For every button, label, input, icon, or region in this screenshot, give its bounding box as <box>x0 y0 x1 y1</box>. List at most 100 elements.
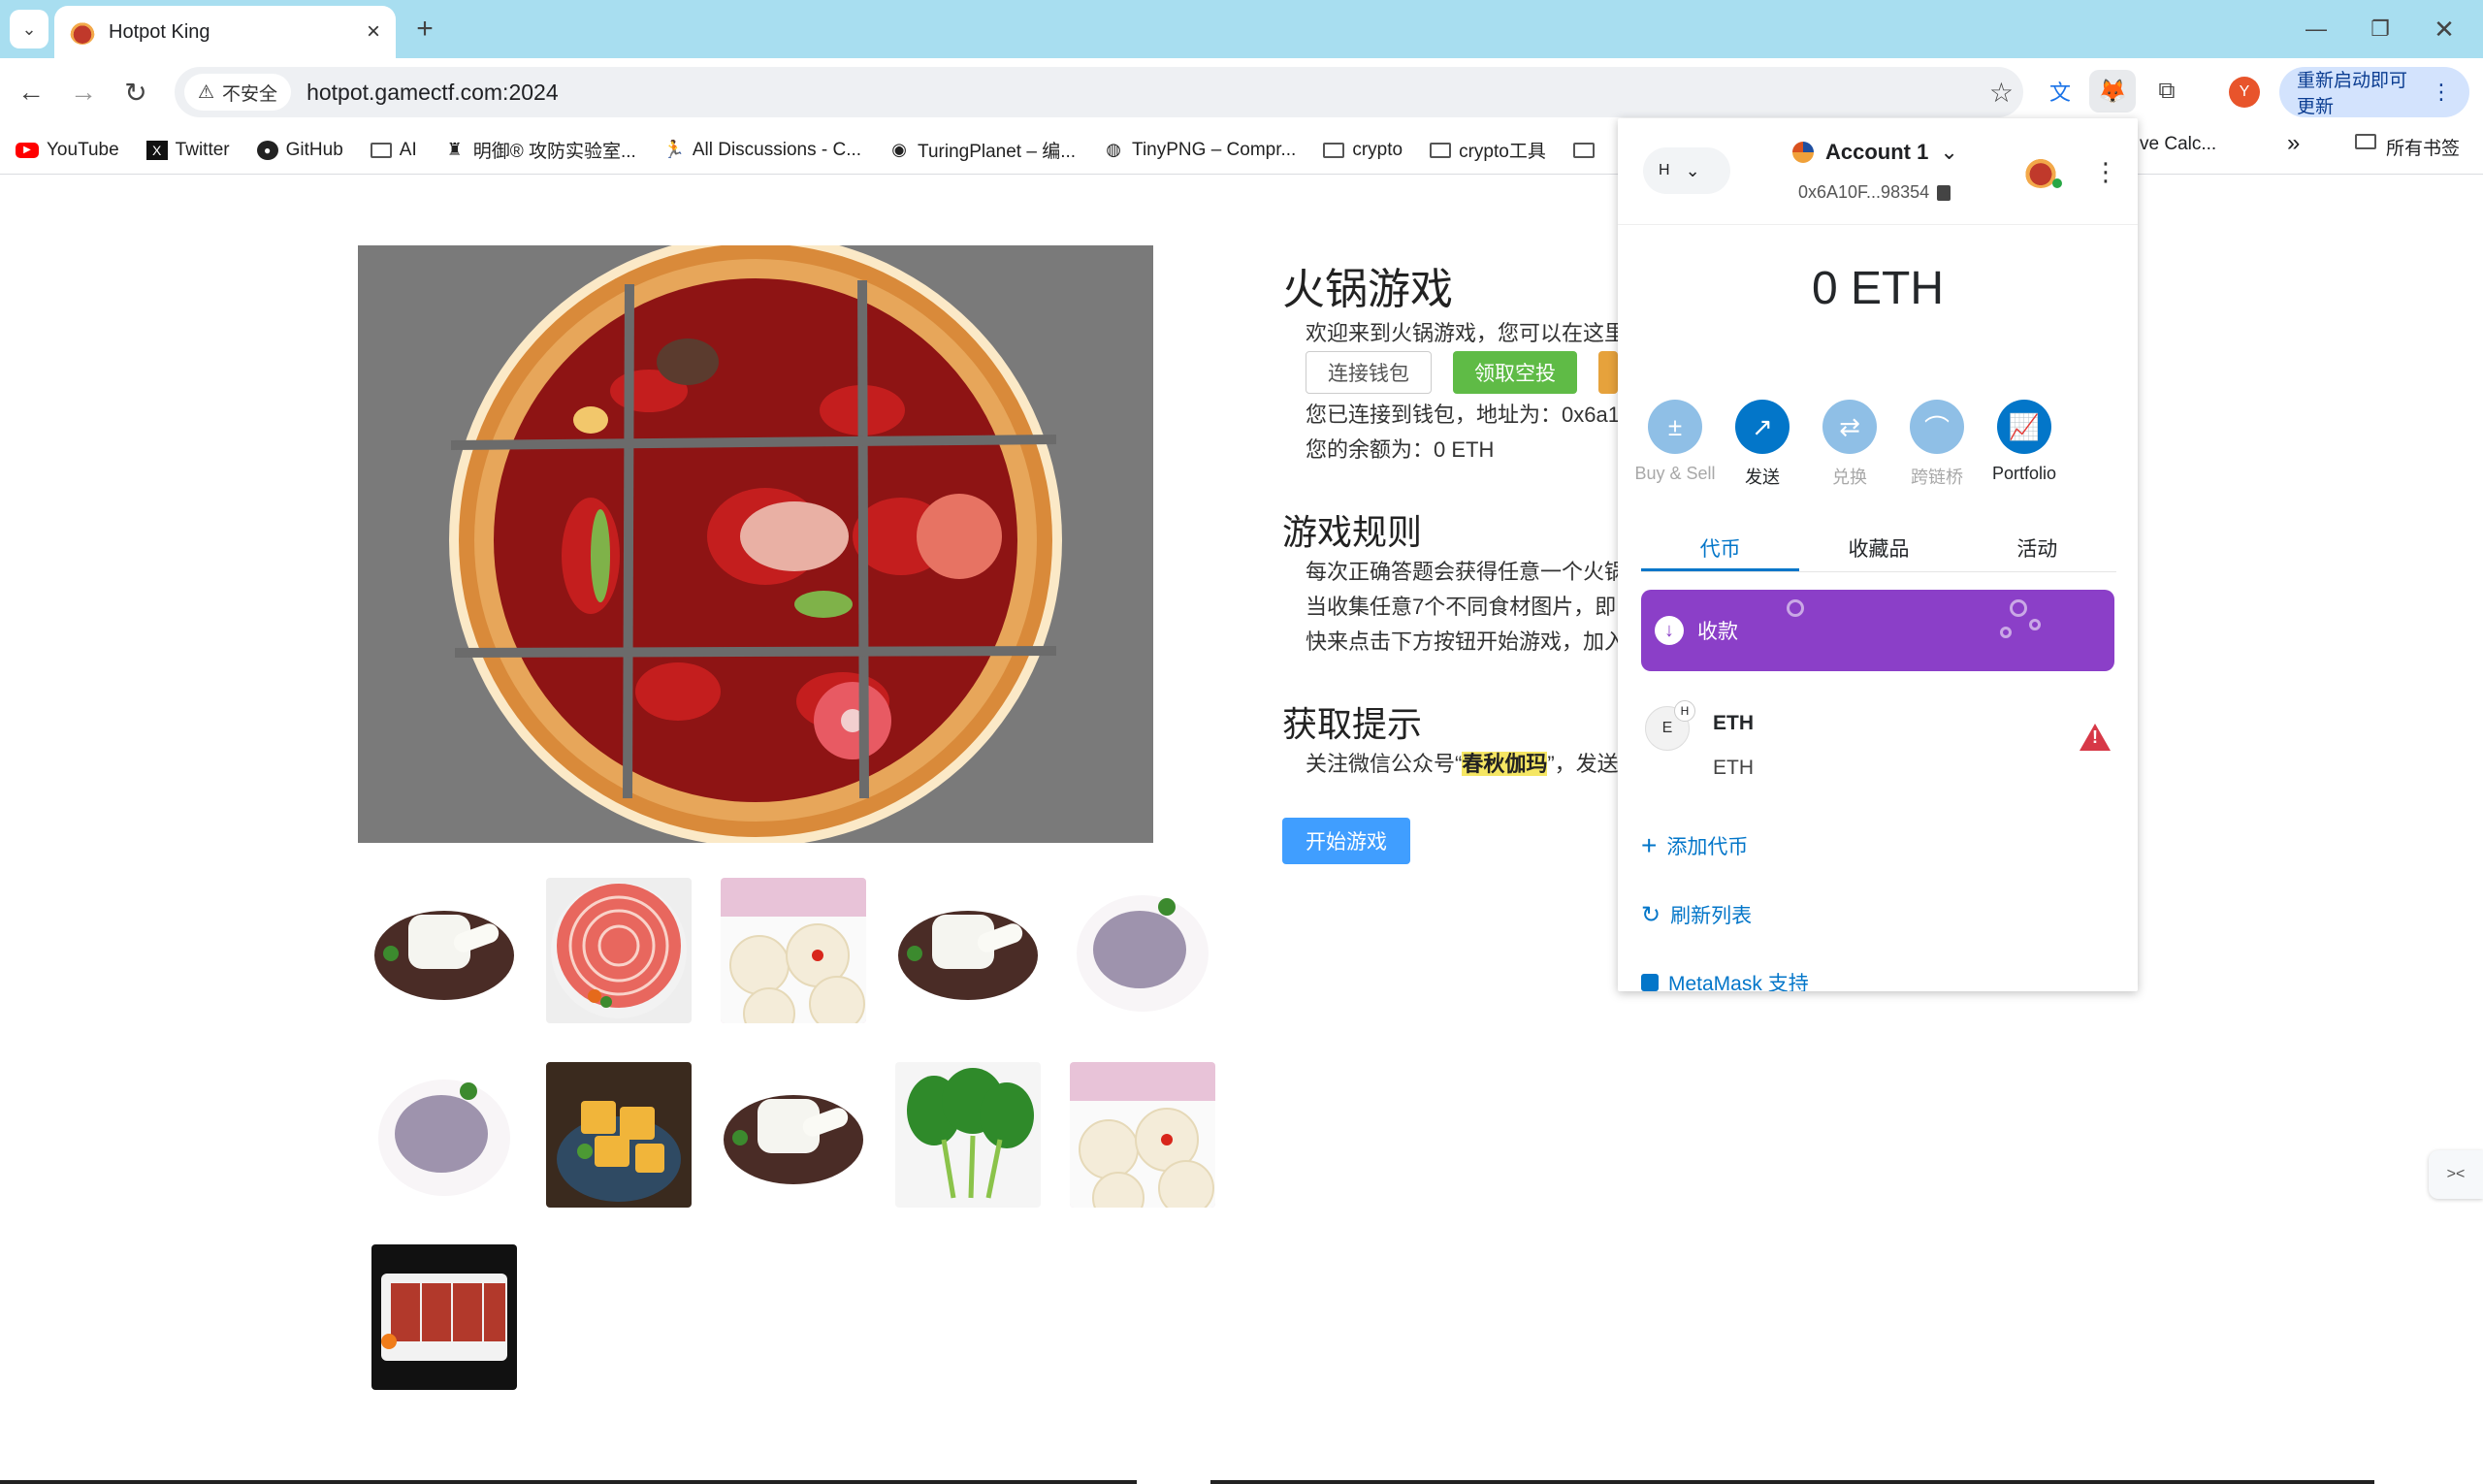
browser-tab[interactable]: Hotpot King × <box>54 6 396 58</box>
rules-title: 游戏规则 <box>1282 512 1423 552</box>
bookmark-calc-partial[interactable]: ve Calc... <box>2140 134 2216 155</box>
account-selector[interactable]: Account 1 ⌄ <box>1792 140 1958 165</box>
back-arrow-icon[interactable]: ← <box>12 73 50 112</box>
ingredient-beef-slices-image <box>546 878 692 1023</box>
bookmark-label: TinyPNG – Compr... <box>1132 139 1297 160</box>
arrow-up-right-icon: ↗ <box>1735 400 1790 454</box>
all-bookmarks-folder[interactable]: 所有书签 <box>2355 134 2460 160</box>
wallet-balance: 0 ETH <box>1811 263 1945 314</box>
metamask-fox-icon[interactable]: 🦊 <box>2089 70 2136 113</box>
receive-banner[interactable]: ↓ 收款 <box>1641 590 2114 671</box>
bookmark-label: crypto <box>1352 139 1403 160</box>
ingredient-fried-tofu-image <box>546 1062 692 1208</box>
swap-icon: ⇄ <box>1822 400 1877 454</box>
address-bar[interactable]: ⚠ 不安全 hotpot.gamectf.com:2024 ☆ <box>175 67 2023 117</box>
token-name: ETH <box>1713 712 1754 734</box>
metamask-support-link[interactable]: MetaMask 支持 <box>1641 968 1809 991</box>
decor-bubble <box>2010 599 2027 617</box>
token-row-eth[interactable]: E H ETH ETH ! <box>1641 691 2116 797</box>
bookmark-turingplanet[interactable]: ◉ TuringPlanet – 编... <box>875 137 1089 163</box>
token-amount: ETH <box>1713 757 1754 779</box>
new-tab-button[interactable]: + <box>405 10 444 48</box>
network-badge: H <box>1674 700 1695 722</box>
update-chrome-button[interactable]: 重新启动即可更新 ⋮ <box>2279 67 2469 117</box>
page-title: 火锅游戏 <box>1282 266 1453 313</box>
chart-icon: 📈 <box>1997 400 2051 454</box>
github-icon: ● <box>256 140 278 160</box>
decor-bubble <box>2029 619 2041 630</box>
claim-airdrop-button[interactable]: 领取空投 <box>1453 351 1577 394</box>
bridge-icon: ⌒ <box>1910 400 1964 454</box>
folder-icon <box>1430 142 1452 158</box>
minimize-window-icon[interactable]: — <box>2297 10 2336 48</box>
bookmarks-overflow-icon[interactable]: » <box>2287 130 2300 157</box>
decor-bubble <box>2000 627 2012 638</box>
account-name: Account 1 <box>1825 140 1929 164</box>
bookmark-label: AI <box>399 139 417 160</box>
add-token-label: 添加代币 <box>1666 836 1749 858</box>
folder-icon <box>2355 134 2376 149</box>
receive-label: 收款 <box>1697 621 1738 643</box>
ingredient-shrimp-paste-image <box>1070 878 1215 1023</box>
account-address[interactable]: 0x6A10F...98354 <box>1798 182 1951 203</box>
start-game-button[interactable]: 开始游戏 <box>1282 818 1410 864</box>
bookmark-crypto-folder[interactable]: crypto <box>1309 140 1416 161</box>
connected-status-dot <box>2052 178 2062 188</box>
network-selector[interactable]: H ⌄ <box>1643 147 1730 194</box>
all-bookmarks-label: 所有书签 <box>2386 139 2461 159</box>
bookmark-tinypng[interactable]: ◍ TinyPNG – Compr... <box>1089 140 1309 161</box>
portfolio-action[interactable]: 📈 Portfolio <box>1981 400 2068 484</box>
warning-triangle-icon: ⚠ <box>198 81 215 103</box>
extensions-puzzle-icon[interactable]: ⧉ <box>2147 72 2186 111</box>
bookmark-youtube[interactable]: ▶ YouTube <box>0 140 133 161</box>
tab-activity[interactable]: 活动 <box>1958 522 2116 571</box>
menu-kebab-icon: ⋮ <box>2431 80 2452 104</box>
bookmark-label: TuringPlanet – 编... <box>918 142 1077 162</box>
restore-window-icon[interactable]: ❐ <box>2361 10 2400 48</box>
hint-text: 关注微信公众号“春秋伽玛”，发送 <box>1306 747 1619 782</box>
translate-icon[interactable]: 文 <box>2041 72 2080 111</box>
refresh-list-label: 刷新列表 <box>1670 905 1753 927</box>
bookmark-label: 明御® 攻防实验室... <box>472 142 636 162</box>
tab-collectibles[interactable]: 收藏品 <box>1799 522 1957 571</box>
bookmark-discussions[interactable]: 🏃 All Discussions - C... <box>650 140 875 161</box>
swap-action[interactable]: ⇄ 兑换 <box>1806 400 1893 489</box>
bookmark-ai-folder[interactable]: AI <box>357 140 431 161</box>
tab-tokens[interactable]: 代币 <box>1641 522 1800 571</box>
refresh-list-link[interactable]: ↻ 刷新列表 <box>1641 900 1752 929</box>
buy-sell-action[interactable]: ± Buy & Sell <box>1631 400 1719 484</box>
bookmark-github[interactable]: ● GitHub <box>243 140 357 161</box>
chevron-down-icon: ⌄ <box>1940 140 1958 164</box>
connect-wallet-button[interactable]: 连接钱包 <box>1306 351 1432 394</box>
chevron-down-icon: ⌄ <box>1685 160 1700 180</box>
side-panel-toggle[interactable]: >< <box>2429 1150 2483 1199</box>
close-tab-icon[interactable]: × <box>367 18 380 46</box>
wechat-account-highlight: 春秋伽玛 <box>1462 752 1548 776</box>
send-action[interactable]: ↗ 发送 <box>1719 400 1806 489</box>
bridge-action[interactable]: ⌒ 跨链桥 <box>1893 400 1981 489</box>
menu-kebab-icon[interactable]: ⋮ <box>2093 157 2118 187</box>
arrow-down-icon: ↓ <box>1655 616 1684 645</box>
ingredient-greens-image <box>895 1062 1041 1208</box>
forward-arrow-icon[interactable]: → <box>64 73 103 112</box>
bottom-divider <box>0 1480 1137 1484</box>
network-initial: H <box>1659 162 1670 178</box>
partial-button[interactable] <box>1598 351 1618 394</box>
bookmark-lab[interactable]: ♜ 明御® 攻防实验室... <box>431 137 650 163</box>
add-token-link[interactable]: + 添加代币 <box>1641 830 1748 861</box>
connected-address-text: 您已连接到钱包，地址为：0x6a1 <box>1306 403 1620 427</box>
bookmark-star-icon[interactable]: ☆ <box>1989 77 2014 109</box>
rule-line: 每次正确答题会获得任意一个火锅 <box>1306 560 1627 584</box>
bookmark-folder-partial[interactable] <box>1560 142 1608 158</box>
tab-search-button[interactable]: ⌄ <box>10 10 48 48</box>
bookmark-twitter[interactable]: X Twitter <box>133 140 243 161</box>
security-chip[interactable]: ⚠ 不安全 <box>184 74 292 111</box>
metamask-popup: H ⌄ Account 1 ⌄ 0x6A10F...98354 ⋮ 0 ETH … <box>1618 118 2138 991</box>
hint-title: 获取提示 <box>1282 704 1423 744</box>
reload-icon[interactable]: ↻ <box>116 73 155 112</box>
profile-avatar[interactable]: Y <box>2229 77 2260 108</box>
copy-icon[interactable] <box>1937 184 1951 201</box>
close-window-icon[interactable]: ✕ <box>2425 10 2464 48</box>
bookmark-crypto-tools-folder[interactable]: crypto工具 <box>1416 137 1560 163</box>
url-text[interactable]: hotpot.gamectf.com:2024 <box>306 80 559 106</box>
